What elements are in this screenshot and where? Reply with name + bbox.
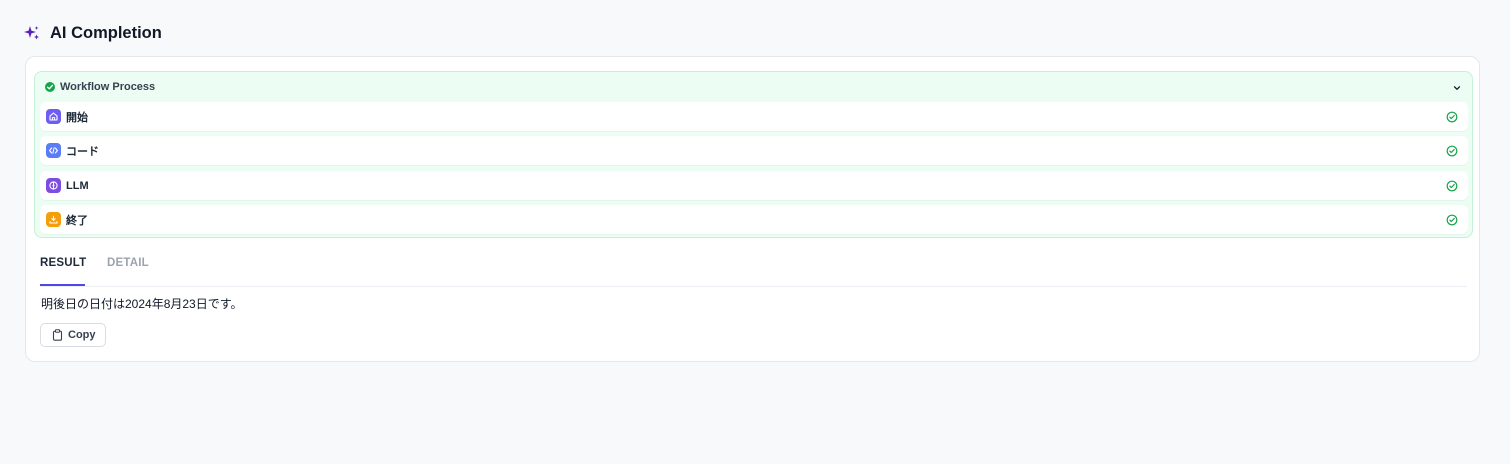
workflow-process-panel: Workflow Process 開始 コード LLM 終了 xyxy=(34,71,1473,238)
tab-detail[interactable]: DETAIL xyxy=(107,257,149,269)
active-tab-indicator xyxy=(40,284,85,286)
sparkle-icon xyxy=(24,25,40,41)
workflow-node-label: 開始 xyxy=(66,111,88,124)
end-flag-icon xyxy=(46,212,61,227)
workflow-node-end[interactable]: 終了 xyxy=(40,205,1468,234)
code-icon xyxy=(46,143,61,158)
copy-button[interactable]: Copy xyxy=(40,323,106,347)
success-check-icon xyxy=(1446,213,1458,226)
llm-icon xyxy=(46,178,61,193)
success-check-icon xyxy=(1446,144,1458,157)
workflow-process-header[interactable]: Workflow Process xyxy=(35,72,1472,101)
success-check-icon xyxy=(45,81,55,92)
workflow-node-label: 終了 xyxy=(66,214,88,227)
workflow-node-label: LLM xyxy=(66,179,89,192)
success-check-icon xyxy=(1446,179,1458,192)
workflow-node-label: コード xyxy=(66,145,99,158)
workflow-node-code[interactable]: コード xyxy=(40,136,1468,165)
result-tabs: RESULT DETAIL xyxy=(40,251,1467,287)
workflow-node-start[interactable]: 開始 xyxy=(40,102,1468,131)
page-header: AI Completion xyxy=(24,22,162,44)
success-check-icon xyxy=(1446,110,1458,123)
workflow-process-title: Workflow Process xyxy=(60,80,156,93)
workflow-node-llm[interactable]: LLM xyxy=(40,171,1468,200)
chevron-down-icon[interactable] xyxy=(1451,81,1463,93)
home-icon xyxy=(46,109,61,124)
clipboard-icon xyxy=(52,329,63,341)
completion-card: Workflow Process 開始 コード LLM 終了 RESULT DE… xyxy=(25,56,1480,362)
tab-result[interactable]: RESULT xyxy=(40,257,86,269)
page-title: AI Completion xyxy=(50,23,162,42)
copy-button-label: Copy xyxy=(68,329,96,341)
result-output: 明後日の日付は2024年8月23日です。 xyxy=(41,297,243,311)
